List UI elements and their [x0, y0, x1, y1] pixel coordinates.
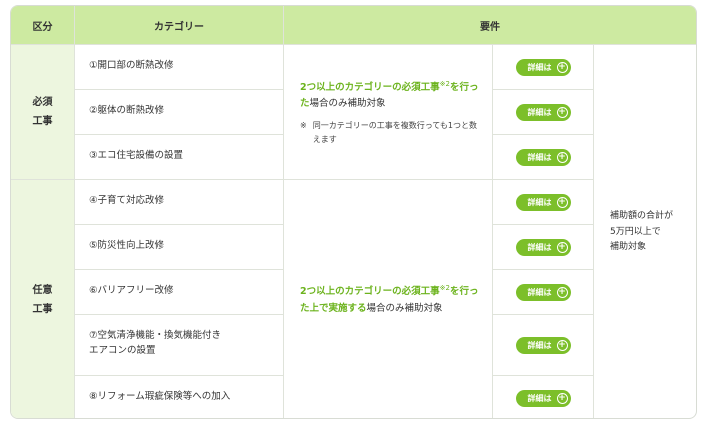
plus-circle-icon: +: [556, 151, 568, 163]
requirement-highlight: 2つ以上のカテゴリーの必須工事: [300, 81, 440, 93]
detail-cell-1: 詳細は +: [492, 44, 593, 89]
detail-cell-3: 詳細は +: [492, 134, 593, 179]
detail-button-label: 詳細は: [527, 152, 552, 162]
category-row-8: ⑧リフォーム瑕疵保険等への加入: [74, 375, 283, 418]
detail-cell-4: 詳細は +: [492, 179, 593, 224]
plus-circle-icon: +: [556, 241, 568, 253]
detail-button-label: 詳細は: [527, 242, 552, 252]
requirement-rest: 場合のみ補助対象: [309, 98, 386, 110]
requirement-rest: 場合のみ補助対象: [366, 303, 443, 315]
detail-button-label: 詳細は: [527, 197, 552, 207]
group-label-line2: 工事: [32, 304, 53, 315]
requirement-highlight: 2つ以上のカテゴリーの必須工事: [300, 286, 440, 298]
detail-button-label: 詳細は: [527, 287, 552, 297]
category-label: ④子育て対応改修: [89, 195, 165, 206]
detail-button[interactable]: 詳細は +: [515, 148, 571, 166]
category-row-5: ⑤防災性向上改修: [74, 224, 283, 269]
header-division: 区分: [11, 6, 74, 44]
detail-button-label: 詳細は: [527, 340, 552, 350]
group-label-line1: 必須: [32, 97, 53, 108]
category-label: ②躯体の断熱改修: [89, 105, 165, 116]
category-row-4: ④子育て対応改修: [74, 179, 283, 224]
group-label-line1: 任意: [32, 285, 53, 296]
detail-button[interactable]: 詳細は +: [515, 336, 571, 354]
footnote-mark: ※2: [439, 79, 450, 88]
plus-circle-icon: +: [556, 61, 568, 73]
category-label: ①開口部の断熱改修: [89, 60, 174, 71]
note-mark: ※: [300, 121, 307, 131]
category-label: ③エコ住宅設備の設置: [89, 150, 184, 161]
detail-cell-7: 詳細は +: [492, 314, 593, 375]
plus-circle-icon: +: [556, 392, 568, 404]
total-condition: 補助額の合計が 5万円以上で 補助対象: [593, 44, 696, 418]
category-label-line2: エアコンの設置: [89, 345, 156, 357]
detail-button[interactable]: 詳細は +: [515, 238, 571, 256]
group-label-line2: 工事: [32, 116, 53, 127]
category-row-7: ⑦空気清浄機能・換気機能付き エアコンの設置: [74, 314, 283, 375]
detail-button[interactable]: 詳細は +: [515, 103, 571, 121]
detail-button-label: 詳細は: [527, 107, 552, 117]
plus-circle-icon: +: [556, 196, 568, 208]
category-label: ⑤防災性向上改修: [89, 240, 165, 251]
detail-cell-5: 詳細は +: [492, 224, 593, 269]
header-category: カテゴリー: [74, 6, 283, 44]
subsidy-requirements-table: 区分 カテゴリー 要件 必須 工事 任意 工事 ①開口部の断熱改修 ②躯体の断熱…: [10, 5, 697, 419]
requirement-text: 2つ以上のカテゴリーの必須工事※2を行った場合のみ補助対象: [300, 78, 482, 113]
requirement-optional: 2つ以上のカテゴリーの必須工事※2を行った上で実施する場合のみ補助対象: [283, 179, 492, 418]
detail-button-label: 詳細は: [527, 393, 552, 403]
category-label: ⑦空気清浄機能・換気機能付き: [89, 330, 222, 341]
detail-button-label: 詳細は: [527, 62, 552, 72]
total-line3: 補助対象: [610, 242, 647, 253]
category-row-3: ③エコ住宅設備の設置: [74, 134, 283, 179]
requirement-note: ※ 同一カテゴリーの工事を複数行っても1つと数えます: [300, 119, 482, 146]
category-label: ⑥バリアフリー改修: [89, 285, 174, 296]
group-optional: 任意 工事: [11, 179, 74, 418]
header-requirement: 要件: [283, 6, 696, 44]
detail-cell-6: 詳細は +: [492, 269, 593, 314]
requirement-mandatory: 2つ以上のカテゴリーの必須工事※2を行った場合のみ補助対象 ※ 同一カテゴリーの工…: [283, 44, 492, 179]
detail-button[interactable]: 詳細は +: [515, 193, 571, 211]
category-row-2: ②躯体の断熱改修: [74, 89, 283, 134]
category-label: ⑧リフォーム瑕疵保険等への加入: [89, 391, 231, 402]
detail-button[interactable]: 詳細は +: [515, 58, 571, 76]
detail-cell-8: 詳細は +: [492, 375, 593, 418]
group-mandatory: 必須 工事: [11, 44, 74, 179]
total-line1: 補助額の合計が: [610, 210, 674, 221]
category-row-1: ①開口部の断熱改修: [74, 44, 283, 89]
requirement-text: 2つ以上のカテゴリーの必須工事※2を行った上で実施する場合のみ補助対象: [300, 282, 482, 317]
category-row-6: ⑥バリアフリー改修: [74, 269, 283, 314]
detail-button[interactable]: 詳細は +: [515, 389, 571, 407]
total-line2: 5万円以上で: [610, 226, 661, 237]
note-text: 同一カテゴリーの工事を複数行っても1つと数えます: [312, 121, 477, 144]
footnote-mark: ※2: [439, 284, 450, 293]
plus-circle-icon: +: [556, 286, 568, 298]
detail-cell-2: 詳細は +: [492, 89, 593, 134]
detail-button[interactable]: 詳細は +: [515, 283, 571, 301]
plus-circle-icon: +: [556, 106, 568, 118]
plus-circle-icon: +: [556, 339, 568, 351]
